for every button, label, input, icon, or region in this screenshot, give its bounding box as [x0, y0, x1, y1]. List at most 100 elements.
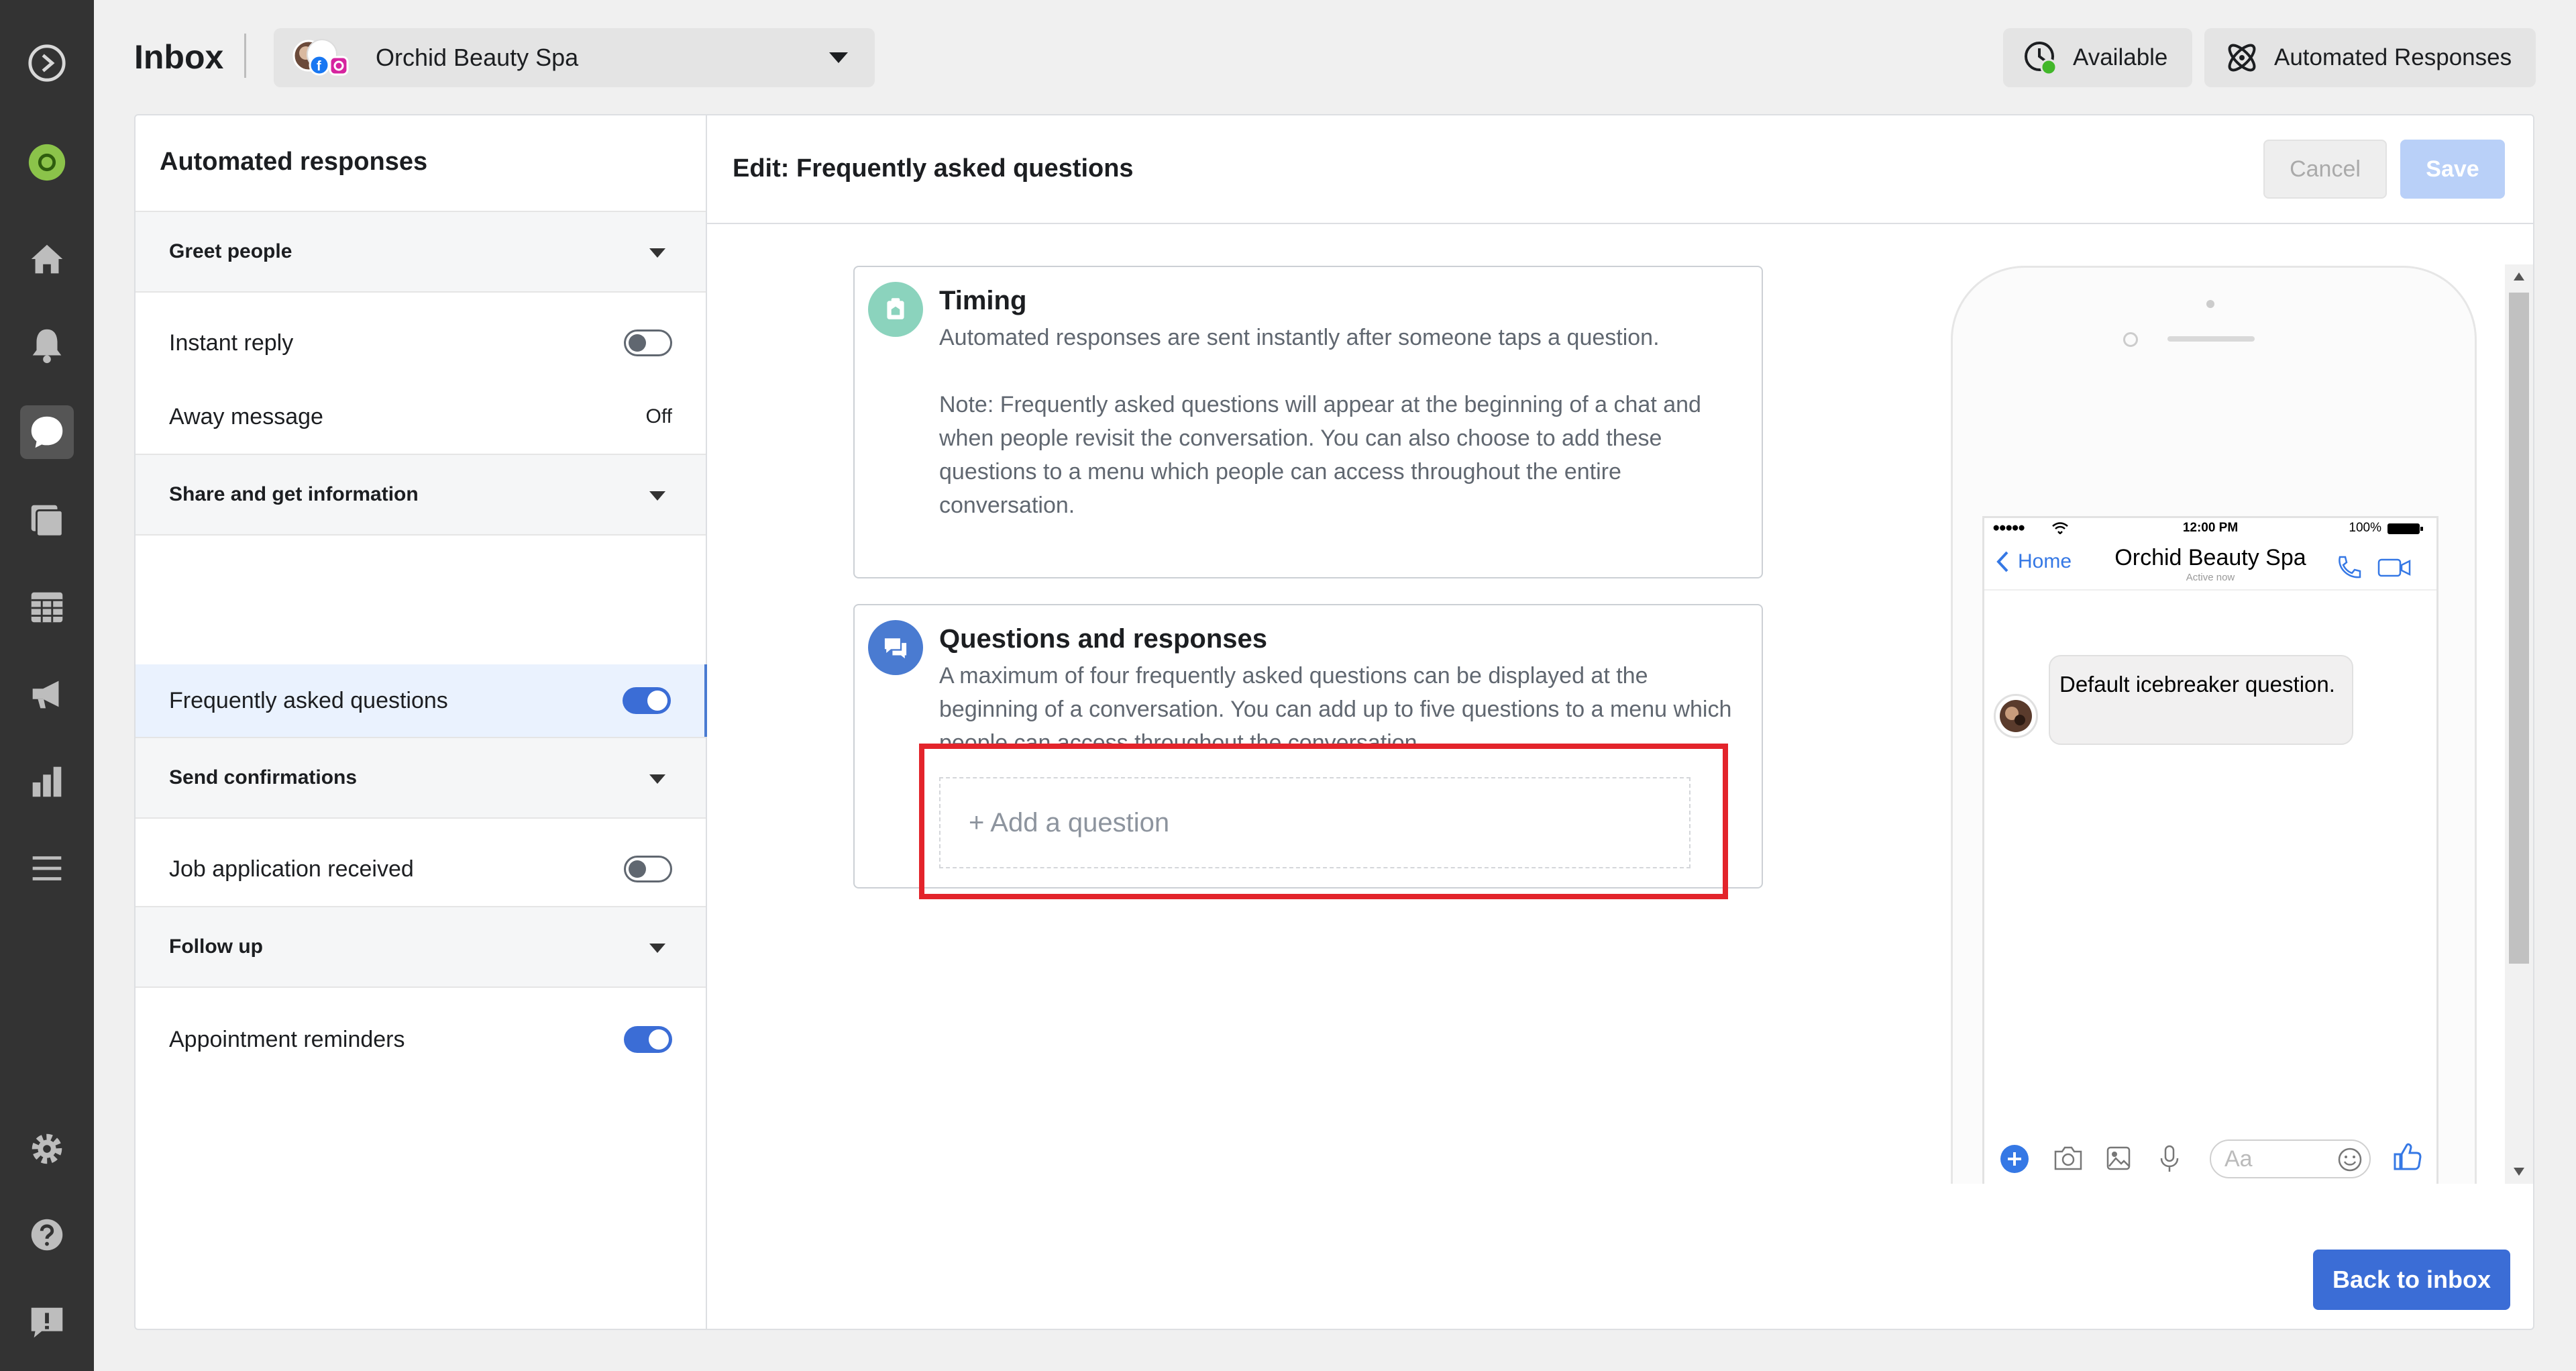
scroll-down-arrow-icon[interactable]: [2514, 1168, 2524, 1176]
section-greet-people[interactable]: Greet people: [136, 211, 706, 293]
row-appointment-reminders[interactable]: Appointment reminders: [136, 1003, 706, 1076]
section-share-and-get-information[interactable]: Share and get information: [136, 454, 706, 536]
notifications-bell-icon[interactable]: [20, 318, 74, 372]
camera-icon[interactable]: [2053, 1145, 2084, 1172]
row-label: Instant reply: [169, 329, 294, 356]
highlight-box: [919, 744, 1728, 899]
phone-speaker: [2167, 336, 2255, 342]
phone-call-icon[interactable]: [2334, 554, 2361, 581]
section-follow-up[interactable]: Follow up: [136, 906, 706, 988]
posts-icon[interactable]: [20, 493, 74, 546]
row-away-message[interactable]: Away message Off: [136, 380, 706, 454]
save-button[interactable]: Save: [2400, 140, 2505, 199]
business-avatar-icon[interactable]: [20, 136, 74, 189]
insights-bar-chart-icon[interactable]: [20, 754, 74, 808]
bell-glyph: [32, 329, 62, 364]
main-card: Automated responses Greet people Instant…: [134, 114, 2534, 1330]
section-label: Send confirmations: [169, 766, 358, 789]
timing-note: Note: Frequently asked questions will ap…: [939, 392, 1701, 518]
automated-responses-panel: Automated responses Greet people Instant…: [136, 115, 707, 1329]
page-avatar: [1994, 694, 2038, 738]
page-avatar-image: [2000, 700, 2032, 732]
svg-text:f: f: [317, 59, 321, 74]
page-avatars: f: [288, 34, 356, 81]
emoji-smiley-icon[interactable]: [2337, 1147, 2363, 1172]
thumbs-up-icon[interactable]: [2392, 1142, 2422, 1172]
timing-icon: [868, 282, 923, 337]
scroll-thumb[interactable]: [2509, 293, 2529, 964]
messenger-screen: ●●●●● 12:00 PM 100% Home Orchid Beauty S…: [1982, 516, 2438, 1184]
section-send-confirmations[interactable]: Send confirmations: [136, 737, 706, 819]
plus-circle-icon[interactable]: [1999, 1144, 2030, 1174]
chevron-down-icon: [649, 491, 665, 501]
phone-preview: ●●●●● 12:00 PM 100% Home Orchid Beauty S…: [1951, 266, 2477, 1184]
inbox-chat-icon[interactable]: [20, 405, 74, 459]
questions-title: Questions and responses: [939, 624, 1268, 654]
menu-hamburger-icon[interactable]: [20, 842, 74, 895]
row-frequently-asked-questions[interactable]: Frequently asked questions: [136, 664, 707, 737]
video-call-icon[interactable]: [2377, 557, 2412, 578]
timer-glyph: [887, 298, 904, 319]
status-bar: ●●●●● 12:00 PM 100%: [1984, 518, 2436, 540]
phone-camera: [2206, 300, 2214, 308]
questions-body: A maximum of four frequently asked quest…: [939, 663, 1732, 748]
page-title: Inbox: [134, 38, 224, 76]
row-label: Appointment reminders: [169, 1026, 405, 1052]
report-feedback-icon[interactable]: [20, 1295, 74, 1349]
composer-input[interactable]: Aa: [2210, 1139, 2371, 1178]
row-instant-reply[interactable]: Instant reply: [136, 306, 706, 380]
microphone-icon[interactable]: [2159, 1144, 2180, 1174]
timing-card: Timing Automated responses are sent inst…: [853, 266, 1763, 578]
row-label: Away message: [169, 403, 323, 429]
automated-responses-button[interactable]: Automated Responses: [2204, 28, 2536, 87]
messenger-header: Home Orchid Beauty Spa Active now: [1984, 540, 2436, 591]
left-nav-rail: [0, 0, 94, 1371]
editor-divider: [707, 223, 2533, 224]
facebook-instagram-avatars-icon: f: [292, 39, 349, 76]
help-glyph: [31, 1219, 63, 1251]
phone-sensor: [2123, 332, 2138, 347]
bar-chart-glyph: [32, 766, 62, 797]
timing-description: Automated responses are sent instantly a…: [939, 325, 1660, 350]
section-label: Follow up: [169, 935, 263, 958]
feedback-glyph: [31, 1307, 63, 1338]
chevron-down-icon: [649, 774, 665, 784]
gear-glyph: [32, 1133, 62, 1164]
photo-gallery-icon[interactable]: [2105, 1145, 2132, 1172]
row-label: Frequently asked questions: [169, 687, 448, 713]
preview-scrollbar[interactable]: [2505, 264, 2533, 1184]
chat-bubbles-glyph: [884, 638, 907, 659]
timing-title: Timing: [939, 286, 1027, 315]
cancel-button[interactable]: Cancel: [2263, 140, 2387, 199]
page-selector-dropdown[interactable]: f Orchid Beauty Spa: [274, 28, 875, 87]
appointment-reminders-toggle[interactable]: [624, 1026, 672, 1053]
scroll-up-arrow-icon[interactable]: [2514, 272, 2524, 281]
home-icon[interactable]: [20, 232, 74, 286]
battery-icon: [2387, 523, 2423, 534]
job-application-toggle[interactable]: [624, 856, 672, 882]
editor-title: Edit: Frequently asked questions: [733, 154, 1134, 183]
back-to-inbox-button[interactable]: Back to inbox: [2313, 1250, 2510, 1310]
chevron-down-icon: [649, 248, 665, 258]
chat-bubble-glyph: [31, 416, 63, 448]
availability-button[interactable]: Available: [2003, 28, 2192, 87]
ads-megaphone-icon[interactable]: [20, 667, 74, 721]
meta-business-logo-glyph: [28, 44, 66, 82]
icebreaker-message-bubble: Default icebreaker question.: [2049, 655, 2353, 745]
settings-gear-icon[interactable]: [20, 1122, 74, 1176]
faq-toggle[interactable]: [623, 687, 671, 714]
business-avatar-glyph: [28, 144, 66, 181]
chevron-down-icon: [649, 944, 665, 953]
timing-body: Automated responses are sent instantly a…: [939, 321, 1737, 522]
away-message-status: Off: [645, 405, 672, 427]
help-question-icon[interactable]: [20, 1208, 74, 1262]
calendar-glyph: [31, 592, 63, 623]
meta-business-logo-icon[interactable]: [20, 36, 74, 90]
title-divider: [244, 34, 246, 78]
posts-glyph: [31, 505, 64, 538]
instant-reply-toggle[interactable]: [624, 329, 672, 356]
page-selector-label: Orchid Beauty Spa: [376, 44, 579, 71]
calendar-icon[interactable]: [20, 580, 74, 633]
row-job-application-received[interactable]: Job application received: [136, 832, 706, 906]
questions-body-clip: A maximum of four frequently asked quest…: [939, 659, 1737, 748]
